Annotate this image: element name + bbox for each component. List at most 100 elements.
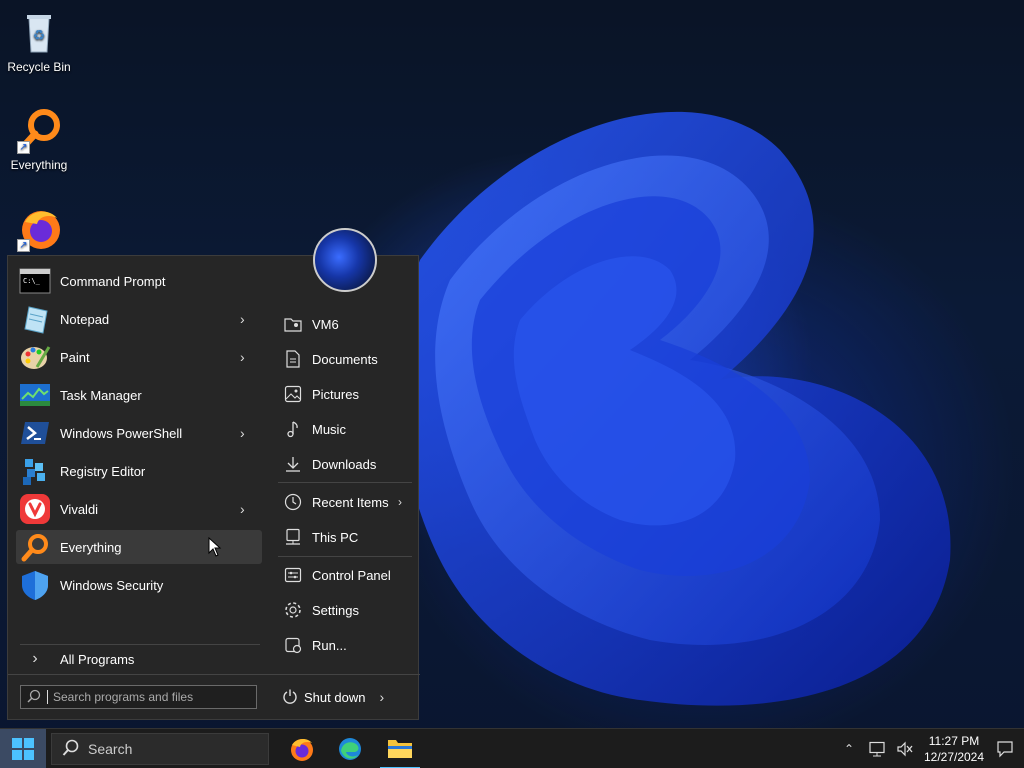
shutdown-button[interactable]: Shut down › [276, 685, 386, 709]
program-windows-security[interactable]: Windows Security [16, 568, 262, 602]
chevron-right-icon: › [32, 650, 38, 667]
chevron-right-icon[interactable]: › [379, 689, 384, 705]
desktop-icon-everything[interactable]: ↗ Everything [3, 106, 75, 172]
text-cursor [47, 690, 48, 704]
place-music[interactable]: Music [278, 413, 410, 445]
place-label: Downloads [312, 456, 377, 472]
place-downloads[interactable]: Downloads [278, 448, 410, 480]
start-programs-pane: C:\_ Command Prompt Notepad › Paint › Ta… [8, 256, 420, 721]
place-label: Run... [312, 637, 347, 653]
desktop-icon-label: Everything [10, 158, 68, 172]
taskbar-search-box[interactable]: Search [51, 733, 269, 765]
program-label: Windows Security [60, 577, 164, 593]
all-programs-label: All Programs [60, 651, 135, 667]
start-button[interactable] [0, 729, 46, 768]
desktop-icon-label: Recycle Bin [7, 60, 71, 74]
place-label: This PC [312, 529, 359, 545]
music-note-icon [284, 420, 302, 438]
place-label: Settings [312, 602, 359, 618]
everything-icon [19, 531, 51, 563]
taskbar: Search ⌃ 11:27 PM 12/27/2024 [0, 728, 1024, 768]
place-run[interactable]: Run... [278, 629, 410, 661]
clock-date: 12/27/2024 [923, 750, 985, 764]
taskbar-firefox[interactable] [282, 729, 322, 768]
search-icon [62, 739, 80, 760]
chevron-right-icon: › [240, 311, 245, 327]
user-folder-icon [284, 315, 302, 333]
folder-icon [388, 740, 412, 758]
control-panel-icon [284, 566, 302, 584]
place-label: Music [312, 421, 346, 437]
divider [278, 482, 412, 483]
program-registry-editor[interactable]: Registry Editor [16, 454, 262, 488]
program-label: Vivaldi [60, 501, 99, 517]
shortcut-arrow-icon: ↗ [17, 141, 30, 154]
place-control-panel[interactable]: Control Panel [278, 559, 410, 591]
place-pictures[interactable]: Pictures [278, 378, 410, 410]
network-status-button[interactable] [866, 729, 888, 768]
start-places-pane: VM6 Documents Pictures Music Downloads R… [270, 256, 420, 721]
shield-icon [19, 569, 51, 601]
shortcut-arrow-icon: ↗ [17, 239, 30, 252]
program-label: Everything [60, 539, 122, 555]
notifications-button[interactable] [992, 729, 1018, 768]
volume-button[interactable] [894, 729, 916, 768]
place-label: VM6 [312, 316, 339, 332]
program-label: Task Manager [60, 387, 142, 403]
program-label: Paint [60, 349, 90, 365]
windows-logo-icon [12, 738, 34, 760]
svg-text:C:\_: C:\_ [23, 277, 41, 285]
svg-text:♻: ♻ [33, 28, 46, 44]
volume-muted-icon [897, 741, 913, 757]
all-programs-button[interactable]: › All Programs [16, 642, 262, 676]
run-icon [284, 636, 302, 654]
program-task-manager[interactable]: Task Manager [16, 378, 262, 412]
notification-icon [997, 741, 1013, 758]
download-icon [284, 455, 302, 473]
clock-time: 11:27 PM [928, 734, 980, 748]
recycle-bin-icon: ♻ [15, 8, 63, 56]
clock-icon [284, 493, 302, 511]
place-settings[interactable]: Settings [278, 594, 410, 626]
everything-icon: ↗ [15, 106, 63, 154]
program-label: Notepad [60, 311, 110, 327]
notepad-icon [19, 303, 51, 335]
start-menu: C:\_ Command Prompt Notepad › Paint › Ta… [7, 228, 420, 721]
taskbar-search-label: Search [88, 741, 133, 757]
program-command-prompt[interactable]: C:\_ Command Prompt [16, 264, 262, 298]
place-this-pc[interactable]: This PC [278, 521, 410, 553]
edge-icon [339, 738, 361, 760]
chevron-up-icon: ⌃ [843, 742, 855, 756]
place-vm6[interactable]: VM6 [278, 308, 410, 340]
program-label: Registry Editor [60, 463, 146, 479]
program-windows-powershell[interactable]: Windows PowerShell › [16, 416, 262, 450]
chevron-right-icon: › [398, 495, 402, 509]
place-label: Pictures [312, 386, 359, 402]
power-icon [282, 688, 298, 707]
taskbar-file-explorer[interactable] [380, 729, 420, 768]
taskbar-edge[interactable] [330, 729, 370, 768]
desktop-icon-recycle-bin[interactable]: ♻ Recycle Bin [3, 8, 75, 74]
paint-icon [19, 341, 51, 373]
shutdown-label: Shut down [304, 689, 366, 705]
start-search-input[interactable]: Search programs and files [20, 685, 257, 709]
program-notepad[interactable]: Notepad › [16, 302, 262, 336]
chevron-right-icon: › [240, 349, 245, 365]
mouse-cursor-icon [208, 537, 222, 557]
computer-icon [284, 528, 302, 546]
place-documents[interactable]: Documents [278, 343, 410, 375]
desktop-icon-firefox[interactable]: ↗ [3, 204, 75, 256]
document-icon [284, 350, 302, 368]
place-recent-items[interactable]: Recent Items › [278, 486, 410, 518]
program-paint[interactable]: Paint › [16, 340, 262, 374]
gear-icon [284, 601, 302, 619]
program-everything[interactable]: Everything [16, 530, 262, 564]
program-vivaldi[interactable]: Vivaldi › [16, 492, 262, 526]
taskbar-clock[interactable]: 11:27 PM 12/27/2024 [918, 733, 990, 765]
picture-icon [284, 385, 302, 403]
place-label: Recent Items [312, 494, 389, 510]
network-icon [869, 741, 885, 757]
powershell-icon [19, 417, 51, 449]
divider [278, 556, 412, 557]
show-hidden-icons-button[interactable]: ⌃ [840, 729, 858, 768]
